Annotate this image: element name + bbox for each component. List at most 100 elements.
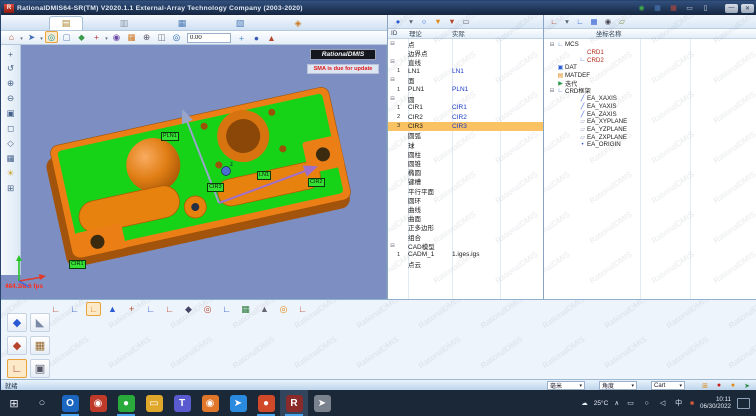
cursor-icon[interactable]: ➤ (25, 31, 38, 43)
grid-toggle-icon[interactable]: ⊞ (700, 381, 710, 390)
expand-toggle-icon[interactable]: ⊟ (388, 243, 397, 249)
coord-mode-select[interactable]: Cart▾ (651, 381, 685, 390)
tab-comment-icon[interactable]: ▧ (223, 16, 257, 30)
coord-321-icon[interactable]: ∟ (48, 302, 63, 316)
viewport-3d[interactable]: z +↺⊕⊖▣◻◇▦☀⊞ RationalDMIS SMA is due for… (1, 45, 387, 299)
browser-icon[interactable]: ● (252, 390, 280, 416)
operators-icon[interactable]: ▲ (265, 32, 278, 44)
save-icon[interactable]: ▦ (652, 3, 663, 13)
zoom-out-icon[interactable]: ⊖ (4, 92, 18, 105)
fit-view-icon[interactable]: ▣ (4, 107, 18, 120)
feature-caret-icon[interactable]: ▾ (405, 16, 417, 27)
minimize-button[interactable]: — (725, 4, 738, 13)
expand-toggle-icon[interactable]: ⊟ (548, 42, 556, 48)
coord-row-MCS[interactable]: ⊟∟MCS (544, 41, 756, 49)
angle-unit-select[interactable]: 角度▾ (599, 381, 637, 390)
coord-save-icon[interactable]: ▦ (238, 302, 253, 316)
home-caret-icon[interactable]: ▾ (19, 33, 24, 45)
launcher-icon[interactable]: ➤ (308, 390, 336, 416)
ime-chinese-indicator[interactable]: 中 (674, 397, 683, 409)
feature-label-cir2[interactable]: CIR2 (308, 178, 325, 187)
expand-toggle-icon[interactable]: ⊟ (388, 77, 397, 83)
close-button[interactable]: ✕ (741, 4, 754, 13)
expand-toggle-icon[interactable]: ⊟ (388, 96, 397, 102)
clock[interactable]: 10:11 06/30/2022 (700, 396, 731, 411)
add-coord-icon[interactable]: ∟ (574, 16, 586, 27)
cross-section-icon[interactable]: + (235, 32, 248, 44)
coord-row-CRD框架[interactable]: ⊟∟CRD框架 (544, 87, 756, 95)
expand-toggle-icon[interactable]: ⊟ (548, 88, 556, 94)
home-icon[interactable]: ⌂ (5, 31, 18, 43)
coord-row-EA_ZAXIS[interactable]: ╱EA_ZAXIS (544, 110, 756, 118)
feature-label-cir3[interactable]: CIR3 (207, 183, 224, 192)
iso-view-icon[interactable]: ◇ (4, 137, 18, 150)
trash-icon[interactable]: ◫ (155, 31, 168, 43)
coord-321-setup-icon[interactable]: ∟ (86, 302, 101, 316)
probe-search-icon[interactable]: ◎ (170, 31, 183, 43)
start-button[interactable]: ⊞ (0, 390, 28, 416)
coord-row-EA_ZXPLANE[interactable]: ▱EA_ZXPLANE (544, 133, 756, 141)
coord-offset-icon[interactable]: + (124, 302, 139, 316)
volume-muted-icon[interactable]: ◁ (658, 397, 667, 409)
security-icon[interactable]: ◉ (84, 390, 112, 416)
wireframe-icon[interactable]: ▦ (4, 152, 18, 165)
printer-icon[interactable]: ▭ (684, 3, 695, 13)
coord-plane-line-point-icon[interactable]: ∟ (67, 302, 82, 316)
coord-row-DAT[interactable]: ▣DAT (544, 64, 756, 72)
probe-change-icon[interactable]: ◆ (7, 336, 27, 355)
light-icon[interactable]: ☀ (4, 167, 18, 180)
feature-row-CAD模型[interactable]: ⊟CAD模型 (388, 241, 543, 250)
feature-label-ln1[interactable]: LN1 (257, 171, 271, 180)
coord-machine-icon[interactable]: ∟ (295, 302, 310, 316)
coord-row-EA_XYPLANE[interactable]: ▱EA_XYPLANE (544, 118, 756, 126)
tray-chevron-icon[interactable]: ∧ (614, 399, 619, 407)
coord-target-icon[interactable]: ◎ (276, 302, 291, 316)
view-settings-icon[interactable]: ⊞ (4, 182, 18, 195)
coord-axis-icon[interactable]: ∟ (548, 16, 560, 27)
feature-row-点云[interactable]: 点云 (388, 260, 543, 269)
pan-icon[interactable]: + (4, 47, 18, 60)
feature-row-圆[interactable]: ⊟圆 (388, 94, 543, 103)
eye-icon[interactable]: ◉ (110, 31, 123, 43)
explorer-icon[interactable]: ▭ (140, 390, 168, 416)
coord-grid-icon[interactable]: ▦ (588, 16, 600, 27)
point-filter-icon[interactable]: ○ (418, 16, 430, 27)
feature-row-CIR1[interactable]: 1CIR1CIR1 (388, 103, 543, 112)
rotate-icon[interactable]: ↺ (4, 62, 18, 75)
feature-label-cir1[interactable]: CIR1 (69, 260, 86, 269)
coord-row-CRD1[interactable]: CRD1 (544, 49, 756, 57)
sensor-icon[interactable]: ▦ (30, 336, 50, 355)
network-icon[interactable]: ○ (642, 397, 651, 409)
funnel-filter-icon[interactable]: ▼ (432, 16, 444, 27)
coord-row-CRD2[interactable]: ∟CRD2 (544, 56, 756, 64)
coord-rps-icon[interactable]: ∟ (219, 302, 234, 316)
cmm-machine-icon[interactable]: ▣ (30, 359, 50, 378)
front-view-icon[interactable]: ◻ (4, 122, 18, 135)
wechat-icon[interactable]: ● (112, 390, 140, 416)
solid-view-icon[interactable]: ◆ (75, 31, 88, 43)
clear-filter-icon[interactable]: ▼ (446, 16, 458, 27)
expand-toggle-icon[interactable]: ⊟ (388, 41, 397, 47)
coord-row-EA_YZPLANE[interactable]: ▱EA_YZPLANE (544, 126, 756, 134)
coord-caret-icon[interactable]: ▾ (561, 16, 573, 27)
paint-view-icon[interactable]: ● (250, 32, 263, 44)
coord-rotate-icon[interactable]: ∟ (143, 302, 158, 316)
axis-caret-icon[interactable]: ▾ (104, 33, 109, 45)
feature-row-面[interactable]: ⊟面 (388, 76, 543, 85)
thunder-icon[interactable]: ➤ (224, 390, 252, 416)
screen-icon[interactable]: ▭ (460, 16, 472, 27)
axis-display-icon[interactable]: + (90, 31, 103, 43)
probe-config-icon[interactable]: ◆ (7, 313, 27, 332)
outlook-icon[interactable]: O (56, 390, 84, 416)
coord-row-EA_ORIGIN[interactable]: •EA_ORIGIN (544, 141, 756, 149)
tolerance-input[interactable] (187, 33, 231, 43)
coord-clean-icon[interactable]: ▲ (257, 302, 272, 316)
align-part-icon[interactable]: ◣ (30, 313, 50, 332)
teams-icon[interactable]: T (168, 390, 196, 416)
coord-cad-icon[interactable]: ◆ (181, 302, 196, 316)
battery-icon[interactable]: ▭ (626, 397, 635, 409)
coord-camera-icon[interactable]: ◉ (602, 16, 614, 27)
search-button[interactable]: ○ (28, 390, 56, 416)
zoom-in-icon[interactable]: ⊕ (4, 77, 18, 90)
marquee-select-icon[interactable]: ▢ (60, 31, 73, 43)
